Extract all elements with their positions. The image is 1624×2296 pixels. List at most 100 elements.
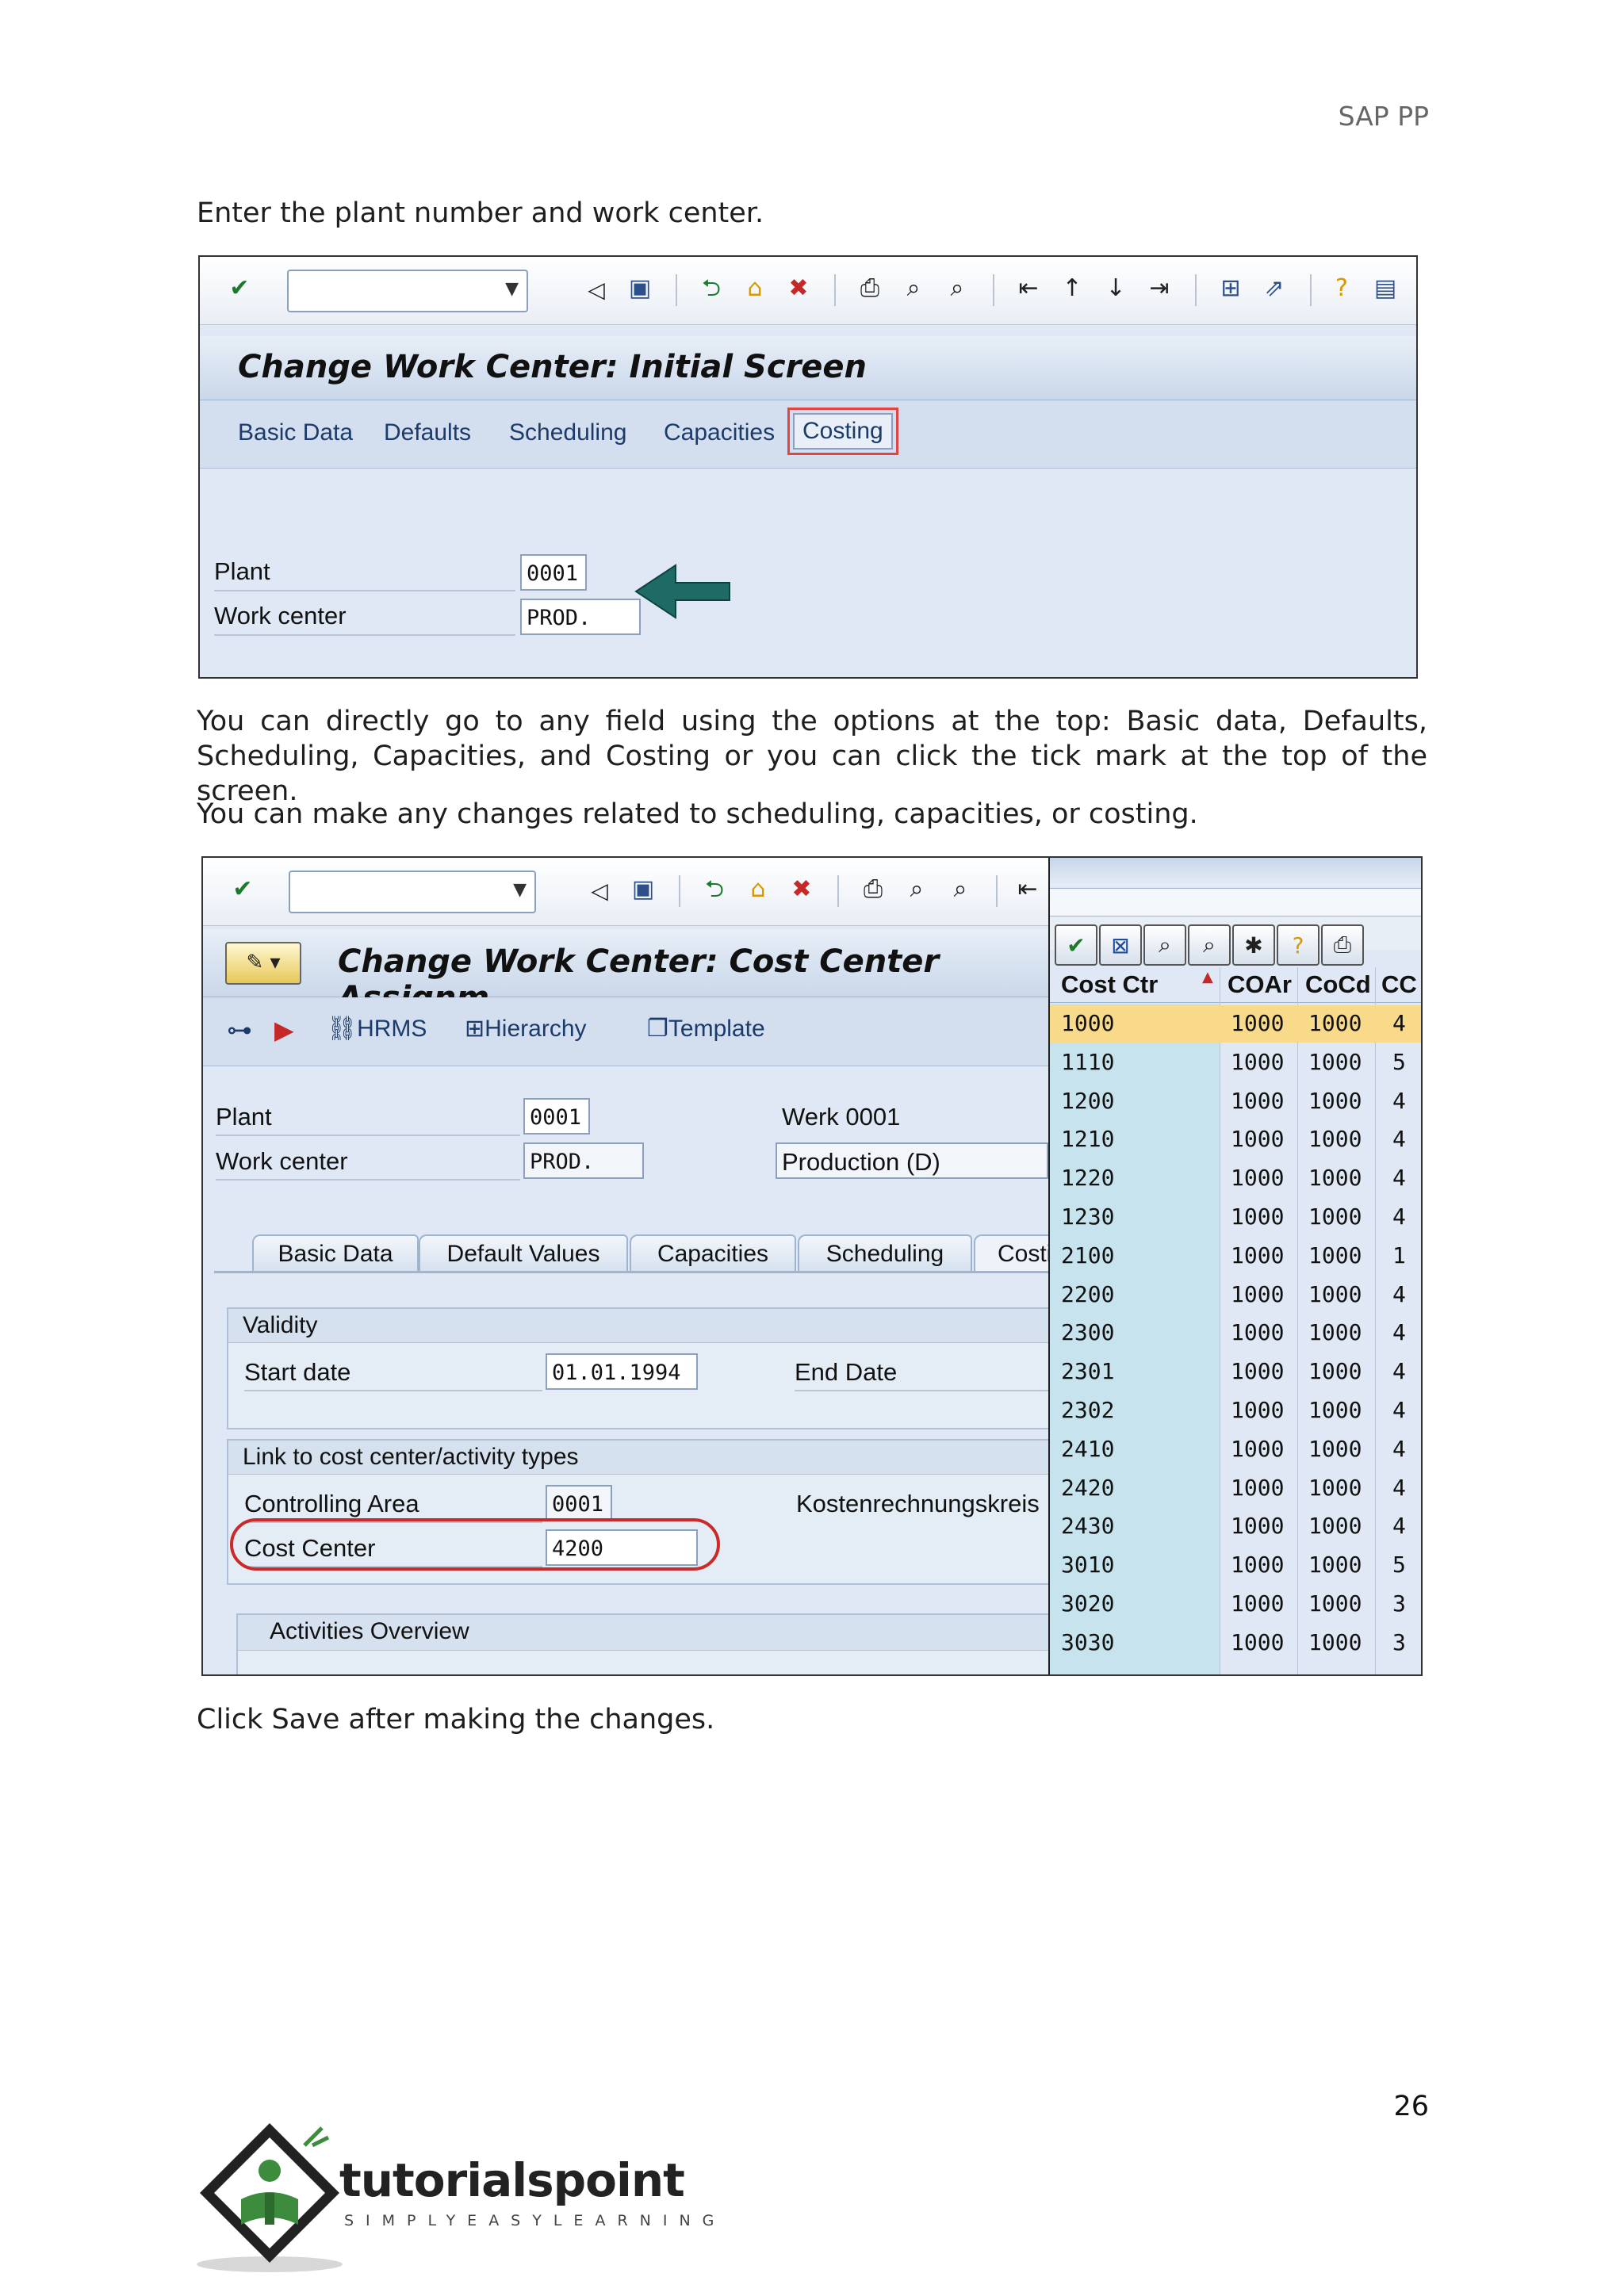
table-cell[interactable]: 1000: [1308, 1010, 1362, 1036]
tab-default-values[interactable]: Default Values: [419, 1234, 628, 1272]
work-center-input[interactable]: PROD.: [523, 1142, 644, 1179]
close-icon[interactable]: ⊠: [1099, 924, 1142, 966]
table-cell[interactable]: 1000: [1231, 1629, 1284, 1655]
nav-costing[interactable]: Costing: [787, 408, 898, 455]
table-cell[interactable]: 1000: [1308, 1552, 1362, 1578]
check-icon[interactable]: ✔: [224, 273, 255, 304]
table-cell[interactable]: 4: [1392, 1281, 1406, 1307]
help-icon[interactable]: ?: [1326, 273, 1358, 304]
table-cell[interactable]: 1200: [1061, 1088, 1114, 1114]
check-icon[interactable]: ✔: [227, 874, 259, 905]
table-cell[interactable]: 1000: [1231, 1475, 1284, 1501]
find-icon[interactable]: ⌕: [901, 874, 933, 905]
table-cell[interactable]: 4: [1392, 1088, 1406, 1114]
table-cell[interactable]: 1230: [1061, 1203, 1114, 1230]
hrms-button[interactable]: ⛓HRMS: [327, 1015, 427, 1043]
table-cell[interactable]: 4: [1392, 1010, 1406, 1036]
table-cell[interactable]: 1000: [1308, 1358, 1362, 1384]
template-button[interactable]: ❐Template: [647, 1015, 765, 1043]
table-cell[interactable]: 4: [1392, 1358, 1406, 1384]
table-cell[interactable]: 1000: [1308, 1126, 1362, 1152]
start-date-input[interactable]: 01.01.1994: [546, 1353, 698, 1390]
layout-icon[interactable]: ▤: [1369, 273, 1401, 304]
new-session-icon[interactable]: ⊞: [1215, 273, 1247, 304]
table-cell[interactable]: 1000: [1308, 1203, 1362, 1230]
table-cell[interactable]: 4: [1392, 1397, 1406, 1423]
table-cell[interactable]: 4: [1392, 1203, 1406, 1230]
table-cell[interactable]: 1000: [1061, 1010, 1114, 1036]
nav-capacities[interactable]: Capacities: [664, 419, 775, 446]
check-icon[interactable]: ✔: [1055, 924, 1097, 966]
first-page-icon[interactable]: ⇤: [1013, 273, 1044, 304]
green-arrow-icon[interactable]: ⮌: [699, 874, 730, 905]
table-cell[interactable]: 4: [1392, 1475, 1406, 1501]
table-cell[interactable]: 3: [1392, 1629, 1406, 1655]
table-cell[interactable]: 1000: [1308, 1165, 1362, 1191]
cancel-icon[interactable]: ✖: [786, 874, 818, 905]
table-cell[interactable]: 3010: [1061, 1552, 1114, 1578]
table-cell[interactable]: 1000: [1231, 1242, 1284, 1269]
table-cell[interactable]: 1000: [1308, 1319, 1362, 1345]
table-cell[interactable]: 3020: [1061, 1590, 1114, 1617]
nav-basic-data[interactable]: Basic Data: [238, 419, 353, 446]
table-cell[interactable]: 1000: [1308, 1436, 1362, 1462]
tab-scheduling[interactable]: Scheduling: [798, 1234, 972, 1272]
table-cell[interactable]: 1000: [1231, 1049, 1284, 1075]
table-cell[interactable]: 4: [1392, 1165, 1406, 1191]
table-cell[interactable]: 1210: [1061, 1126, 1114, 1152]
last-page-icon[interactable]: ⇥: [1143, 273, 1175, 304]
cancel-icon[interactable]: ✖: [783, 273, 814, 304]
find-next-icon[interactable]: ⌕: [944, 874, 976, 905]
table-cell[interactable]: 2420: [1061, 1475, 1114, 1501]
green-arrow-icon[interactable]: ⮌: [695, 273, 727, 304]
column-header-cost-ctr[interactable]: Cost Ctr: [1061, 970, 1158, 999]
table-cell[interactable]: 1000: [1231, 1552, 1284, 1578]
table-cell[interactable]: 3: [1392, 1590, 1406, 1617]
find-next-icon[interactable]: ⌕: [941, 273, 973, 304]
chevron-down-icon[interactable]: ▼: [513, 880, 527, 900]
table-cell[interactable]: 5: [1392, 1049, 1406, 1075]
nav-scheduling[interactable]: Scheduling: [509, 419, 626, 446]
table-cell[interactable]: 1000: [1308, 1513, 1362, 1539]
table-cell[interactable]: 1: [1392, 1242, 1406, 1269]
table-cell[interactable]: 2200: [1061, 1281, 1114, 1307]
table-cell[interactable]: 2430: [1061, 1513, 1114, 1539]
table-cell[interactable]: 1000: [1308, 1049, 1362, 1075]
column-header-coar[interactable]: COAr: [1228, 970, 1292, 999]
settings-icon[interactable]: ✱: [1232, 924, 1275, 966]
tab-capacities[interactable]: Capacities: [630, 1234, 796, 1272]
save-icon[interactable]: ▣: [627, 874, 659, 905]
save-icon[interactable]: ▣: [624, 273, 656, 304]
table-cell[interactable]: 2302: [1061, 1397, 1114, 1423]
table-cell[interactable]: 1000: [1308, 1397, 1362, 1423]
table-cell[interactable]: 4: [1392, 1126, 1406, 1152]
table-cell[interactable]: 2100: [1061, 1242, 1114, 1269]
print-icon[interactable]: ⎙: [1321, 924, 1364, 966]
table-cell[interactable]: 1220: [1061, 1165, 1114, 1191]
table-cell[interactable]: 4: [1392, 1436, 1406, 1462]
print-icon[interactable]: ⎙: [854, 273, 886, 304]
exit-icon[interactable]: ⌂: [742, 874, 774, 905]
nav-defaults[interactable]: Defaults: [384, 419, 471, 446]
chevron-down-icon[interactable]: ▼: [505, 279, 519, 299]
plant-input[interactable]: 0001: [520, 554, 587, 591]
table-cell[interactable]: 4: [1392, 1319, 1406, 1345]
back-icon[interactable]: ◁: [580, 274, 612, 306]
hierarchy-button[interactable]: ⊞Hierarchy: [465, 1015, 587, 1043]
command-field[interactable]: ▼: [289, 871, 536, 913]
table-cell[interactable]: 1110: [1061, 1049, 1114, 1075]
table-cell[interactable]: 1000: [1231, 1281, 1284, 1307]
table-cell[interactable]: 1000: [1231, 1358, 1284, 1384]
table-cell[interactable]: 1000: [1308, 1475, 1362, 1501]
plant-input[interactable]: 0001: [523, 1098, 590, 1135]
table-cell[interactable]: 1000: [1231, 1165, 1284, 1191]
table-cell[interactable]: 1000: [1231, 1590, 1284, 1617]
column-header-cc[interactable]: CC: [1381, 970, 1417, 999]
table-cell[interactable]: 1000: [1231, 1010, 1284, 1036]
command-field[interactable]: ▼: [287, 270, 528, 312]
table-cell[interactable]: 2301: [1061, 1358, 1114, 1384]
find-icon[interactable]: ⌕: [1143, 924, 1186, 966]
print-icon[interactable]: ⎙: [857, 874, 889, 905]
find-icon[interactable]: ⌕: [898, 273, 929, 304]
tab-basic-data[interactable]: Basic Data: [252, 1234, 419, 1272]
